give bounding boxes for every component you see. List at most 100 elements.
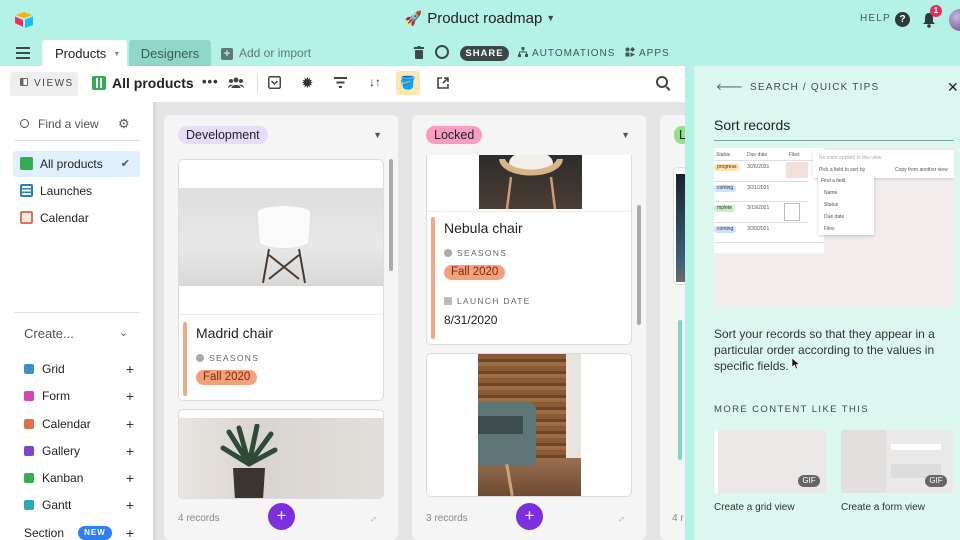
related-caption[interactable]: Create a grid view <box>714 502 795 513</box>
collaborators-icon[interactable] <box>228 77 244 88</box>
caret-down-icon: ▼ <box>546 13 556 23</box>
views-label: VIEWS <box>34 78 74 89</box>
create-gantt[interactable]: Gantt + <box>24 497 134 513</box>
hide-fields-icon[interactable] <box>268 76 281 89</box>
more-options-icon[interactable]: ••• <box>202 74 219 89</box>
scrollbar[interactable] <box>389 159 393 271</box>
views-toggle-button[interactable]: VIEWS <box>10 72 78 96</box>
create-grid[interactable]: Grid + <box>24 361 134 377</box>
apps-button[interactable]: APPS <box>625 47 670 59</box>
plus-icon[interactable]: + <box>126 361 134 377</box>
scrollbar[interactable] <box>637 205 641 325</box>
plus-icon[interactable]: + <box>126 388 134 404</box>
create-label: Form <box>42 389 70 403</box>
caret-down-icon[interactable]: ▼ <box>113 51 120 58</box>
add-record-button[interactable]: + <box>516 503 543 530</box>
search-icon <box>20 119 29 128</box>
menu-icon[interactable] <box>16 47 30 59</box>
field-label: SEASONS <box>196 353 259 363</box>
preview-field: Name <box>824 190 838 196</box>
caret-down-icon[interactable]: ▼ <box>373 130 382 140</box>
create-gallery[interactable]: Gallery + <box>24 443 134 459</box>
collapse-icon[interactable]: ↔ <box>614 511 629 526</box>
preview-grid: Status Due date Files progress 3/26/2021… <box>714 148 824 253</box>
create-form[interactable]: Form + <box>24 388 134 404</box>
gif-badge: GIF <box>798 475 820 487</box>
gear-icon[interactable]: ⚙ <box>118 116 130 132</box>
record-card[interactable]: Madrid chair SEASONS Fall 2020 <box>178 159 384 401</box>
base-title[interactable]: 🚀 Product roadmap ▼ <box>0 10 960 27</box>
preview-status: progress <box>714 164 740 171</box>
breadcrumb-text: SEARCH / QUICK TIPS <box>750 82 880 93</box>
preview-header: Status <box>716 152 731 158</box>
tab-products[interactable]: Products ▼ <box>42 40 127 66</box>
add-record-button[interactable]: + <box>268 503 295 530</box>
create-label: Gantt <box>42 498 72 512</box>
filter-icon[interactable] <box>334 77 347 88</box>
tab-designers[interactable]: Designers <box>129 40 211 66</box>
plus-icon[interactable]: + <box>126 525 134 540</box>
create-kanban[interactable]: Kanban + <box>24 470 134 486</box>
close-icon[interactable]: ✕ <box>947 79 959 96</box>
back-arrow-icon[interactable]: 🡐 <box>716 82 744 93</box>
plant-photo <box>220 424 278 498</box>
caret-down-icon[interactable]: ▼ <box>621 130 630 140</box>
sidebar-view-launches[interactable]: Launches <box>13 178 140 204</box>
help-icon[interactable]: ? <box>895 12 910 27</box>
kanban-column-locked: Locked ▼ Nebula chair SEASONS Fall 2020 … <box>412 115 646 540</box>
record-card[interactable] <box>178 409 384 499</box>
preview-date: 3/30/2021 <box>747 226 770 232</box>
search-icon[interactable] <box>656 76 668 88</box>
calendar-icon <box>20 211 33 224</box>
history-icon[interactable] <box>435 45 449 59</box>
chair-photo <box>499 155 563 209</box>
help-link[interactable]: HELP <box>860 13 891 24</box>
add-or-import-button[interactable]: + Add or import <box>221 46 311 60</box>
column-title[interactable]: Locked <box>426 126 483 144</box>
create-label: Grid <box>42 362 65 376</box>
record-count: 3 records <box>426 513 468 524</box>
sidebar-view-all-products[interactable]: All products ✔ <box>13 151 140 177</box>
panel-breadcrumb[interactable]: 🡐 SEARCH / QUICK TIPS <box>716 81 879 93</box>
preview-field-menu: Find a field Name Status Due date Files <box>818 175 874 235</box>
record-card[interactable] <box>426 353 632 497</box>
card-image <box>479 155 582 209</box>
create-section-label[interactable]: Create... <box>24 326 74 341</box>
card-image <box>179 418 383 498</box>
sort-icon[interactable]: ↓↑ <box>369 75 381 89</box>
preview-pick-field: Pick a field to sort by <box>819 167 866 173</box>
plus-icon[interactable]: + <box>126 497 134 513</box>
preview-no-sorts: No sorts applied to this view <box>819 155 882 161</box>
plus-icon[interactable]: + <box>126 470 134 486</box>
single-select-icon <box>444 249 452 257</box>
customize-cards-icon[interactable]: ✹ <box>301 74 314 92</box>
card-title: Madrid chair <box>196 325 274 341</box>
preview-sort-popover: No sorts applied to this view Pick a fie… <box>813 150 954 178</box>
create-label: Kanban <box>42 471 84 485</box>
share-button[interactable]: SHARE <box>460 46 509 61</box>
plus-icon[interactable]: + <box>126 443 134 459</box>
create-calendar[interactable]: Calendar + <box>24 416 134 432</box>
automations-button[interactable]: AUTOMATIONS <box>518 47 615 59</box>
chevron-down-icon[interactable]: ⌄ <box>119 326 128 339</box>
field-label-text: LAUNCH DATE <box>457 296 531 306</box>
season-tag: Fall 2020 <box>196 370 258 385</box>
grid-icon <box>24 364 34 374</box>
related-caption[interactable]: Create a form view <box>841 502 925 513</box>
related-thumbnail-grid[interactable]: GIF <box>714 430 826 493</box>
share-view-icon[interactable] <box>437 77 449 89</box>
plus-icon[interactable]: + <box>126 416 134 432</box>
sidebar-view-calendar[interactable]: Calendar <box>13 205 140 231</box>
current-view-name[interactable]: All products <box>92 75 194 91</box>
find-view-input[interactable]: Find a view <box>20 117 99 131</box>
card-title: Nebula chair <box>444 220 523 236</box>
record-card[interactable]: Nebula chair SEASONS Fall 2020 LAUNCH DA… <box>426 155 632 345</box>
trash-icon[interactable] <box>414 46 424 59</box>
launch-date-value: 8/31/2020 <box>444 313 498 327</box>
color-icon[interactable]: 🪣 <box>396 71 420 95</box>
column-title[interactable]: Development <box>178 126 268 144</box>
collapse-icon[interactable]: ↔ <box>366 511 381 526</box>
panel-edge <box>685 66 694 540</box>
related-thumbnail-form[interactable]: GIF <box>841 430 953 493</box>
gallery-icon <box>24 446 34 456</box>
